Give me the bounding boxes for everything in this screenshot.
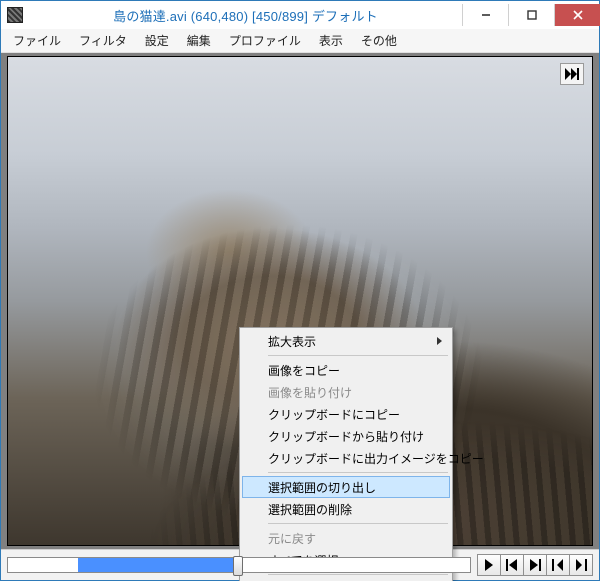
- ctx-copy-image[interactable]: 画像をコピー: [242, 359, 450, 381]
- ctx-zoom-view[interactable]: 拡大表示: [242, 330, 450, 352]
- ctx-copy-to-clipboard[interactable]: クリップボードにコピー: [242, 403, 450, 425]
- playback-buttons: [477, 554, 593, 576]
- menu-settings[interactable]: 設定: [137, 29, 177, 52]
- ctx-separator: [268, 355, 448, 356]
- ctx-undo: 元に戻す: [242, 527, 450, 549]
- ctx-separator: [268, 523, 448, 524]
- window-title: 島の猫達.avi (640,480) [450/899] デフォルト: [29, 6, 462, 25]
- first-frame-icon: [552, 559, 564, 571]
- timeline-thumb[interactable]: [233, 556, 243, 576]
- close-icon: [573, 10, 583, 20]
- ctx-paste-from-clipboard[interactable]: クリップボードから貼り付け: [242, 425, 450, 447]
- window-buttons: [462, 4, 600, 26]
- app-icon: [7, 7, 23, 23]
- timeline-selection[interactable]: [78, 558, 233, 572]
- ctx-delete-selection[interactable]: 選択範囲の削除: [242, 498, 450, 520]
- goto-end-button[interactable]: [560, 63, 584, 85]
- app-window: 島の猫達.avi (640,480) [450/899] デフォルト ファイル …: [0, 0, 600, 581]
- prev-frame-button[interactable]: [500, 554, 524, 576]
- minimize-icon: [481, 10, 491, 20]
- maximize-icon: [527, 10, 537, 20]
- next-frame-button[interactable]: [523, 554, 547, 576]
- last-frame-button[interactable]: [569, 554, 593, 576]
- ctx-separator: [268, 574, 448, 575]
- menu-filter[interactable]: フィルタ: [71, 29, 135, 52]
- next-frame-icon: [529, 559, 541, 571]
- titlebar[interactable]: 島の猫達.avi (640,480) [450/899] デフォルト: [1, 1, 599, 29]
- menu-edit[interactable]: 編集: [179, 29, 219, 52]
- prev-frame-icon: [506, 559, 518, 571]
- close-button[interactable]: [554, 4, 600, 26]
- ctx-crop-selection[interactable]: 選択範囲の切り出し: [242, 476, 450, 498]
- minimize-button[interactable]: [462, 4, 508, 26]
- ctx-paste-image: 画像を貼り付け: [242, 381, 450, 403]
- menubar: ファイル フィルタ 設定 編集 プロファイル 表示 その他: [1, 29, 599, 53]
- ctx-separator: [268, 472, 448, 473]
- video-viewport[interactable]: 拡大表示 画像をコピー 画像を貼り付け クリップボードにコピー クリップボードか…: [1, 53, 599, 549]
- last-frame-icon: [575, 559, 587, 571]
- menu-file[interactable]: ファイル: [5, 29, 69, 52]
- menu-other[interactable]: その他: [353, 29, 405, 52]
- play-icon: [484, 559, 494, 571]
- goto-end-icon: [565, 68, 579, 80]
- ctx-copy-output-image[interactable]: クリップボードに出力イメージをコピー: [242, 447, 450, 469]
- timeline-track[interactable]: [7, 557, 471, 573]
- maximize-button[interactable]: [508, 4, 554, 26]
- first-frame-button[interactable]: [546, 554, 570, 576]
- menu-profile[interactable]: プロファイル: [221, 29, 309, 52]
- context-menu: 拡大表示 画像をコピー 画像を貼り付け クリップボードにコピー クリップボードか…: [239, 327, 453, 581]
- play-button[interactable]: [477, 554, 501, 576]
- menu-view[interactable]: 表示: [311, 29, 351, 52]
